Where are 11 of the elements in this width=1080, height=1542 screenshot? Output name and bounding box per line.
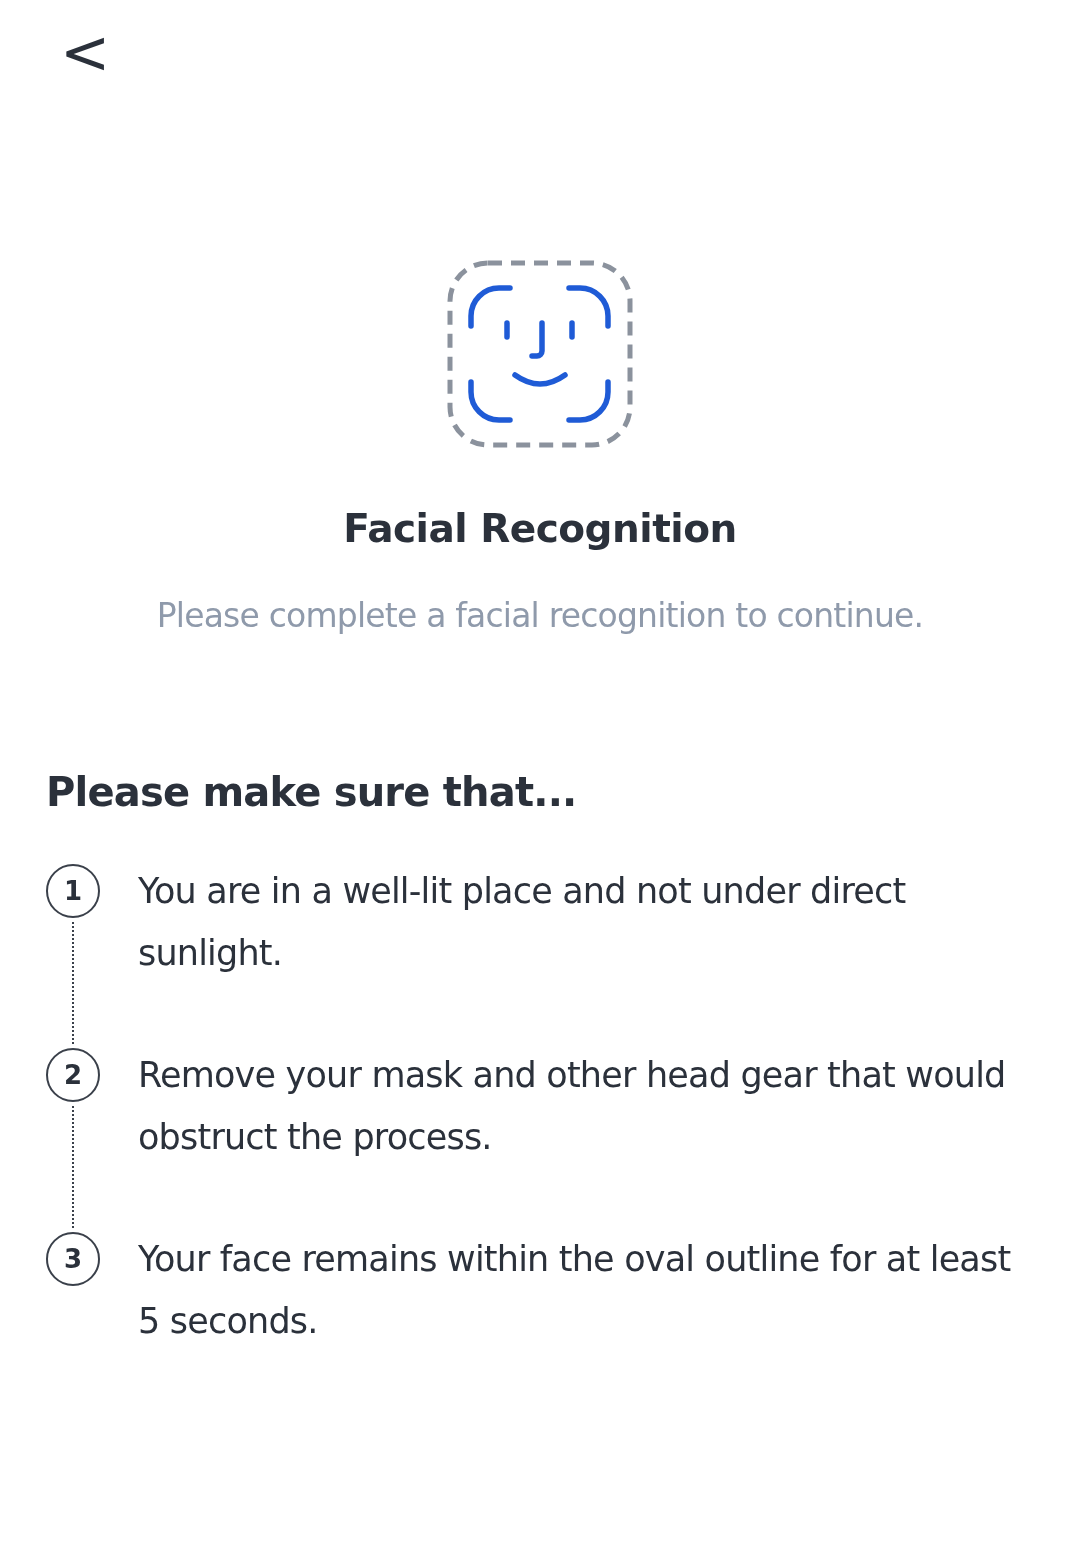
subtitle: Please complete a facial recognition to continue. [155,594,925,637]
page-title: Facial Recognition [342,506,738,553]
step-text: You are in a well-lit place and not under direct sunlight. [138,870,907,976]
step-number: 1 [46,864,100,919]
step-number: 3 [46,1232,100,1287]
step-text: Remove your mask and other head gear that would obstruct the process. [138,1054,1007,1160]
face-scan-icon [447,260,633,448]
step-text: Your face remains within the oval outline for at least 5 seconds. [138,1238,1012,1344]
step-number: 2 [46,1048,100,1103]
checklist-heading: Please make sure that... [46,768,578,817]
back-button[interactable]: < [60,22,111,82]
